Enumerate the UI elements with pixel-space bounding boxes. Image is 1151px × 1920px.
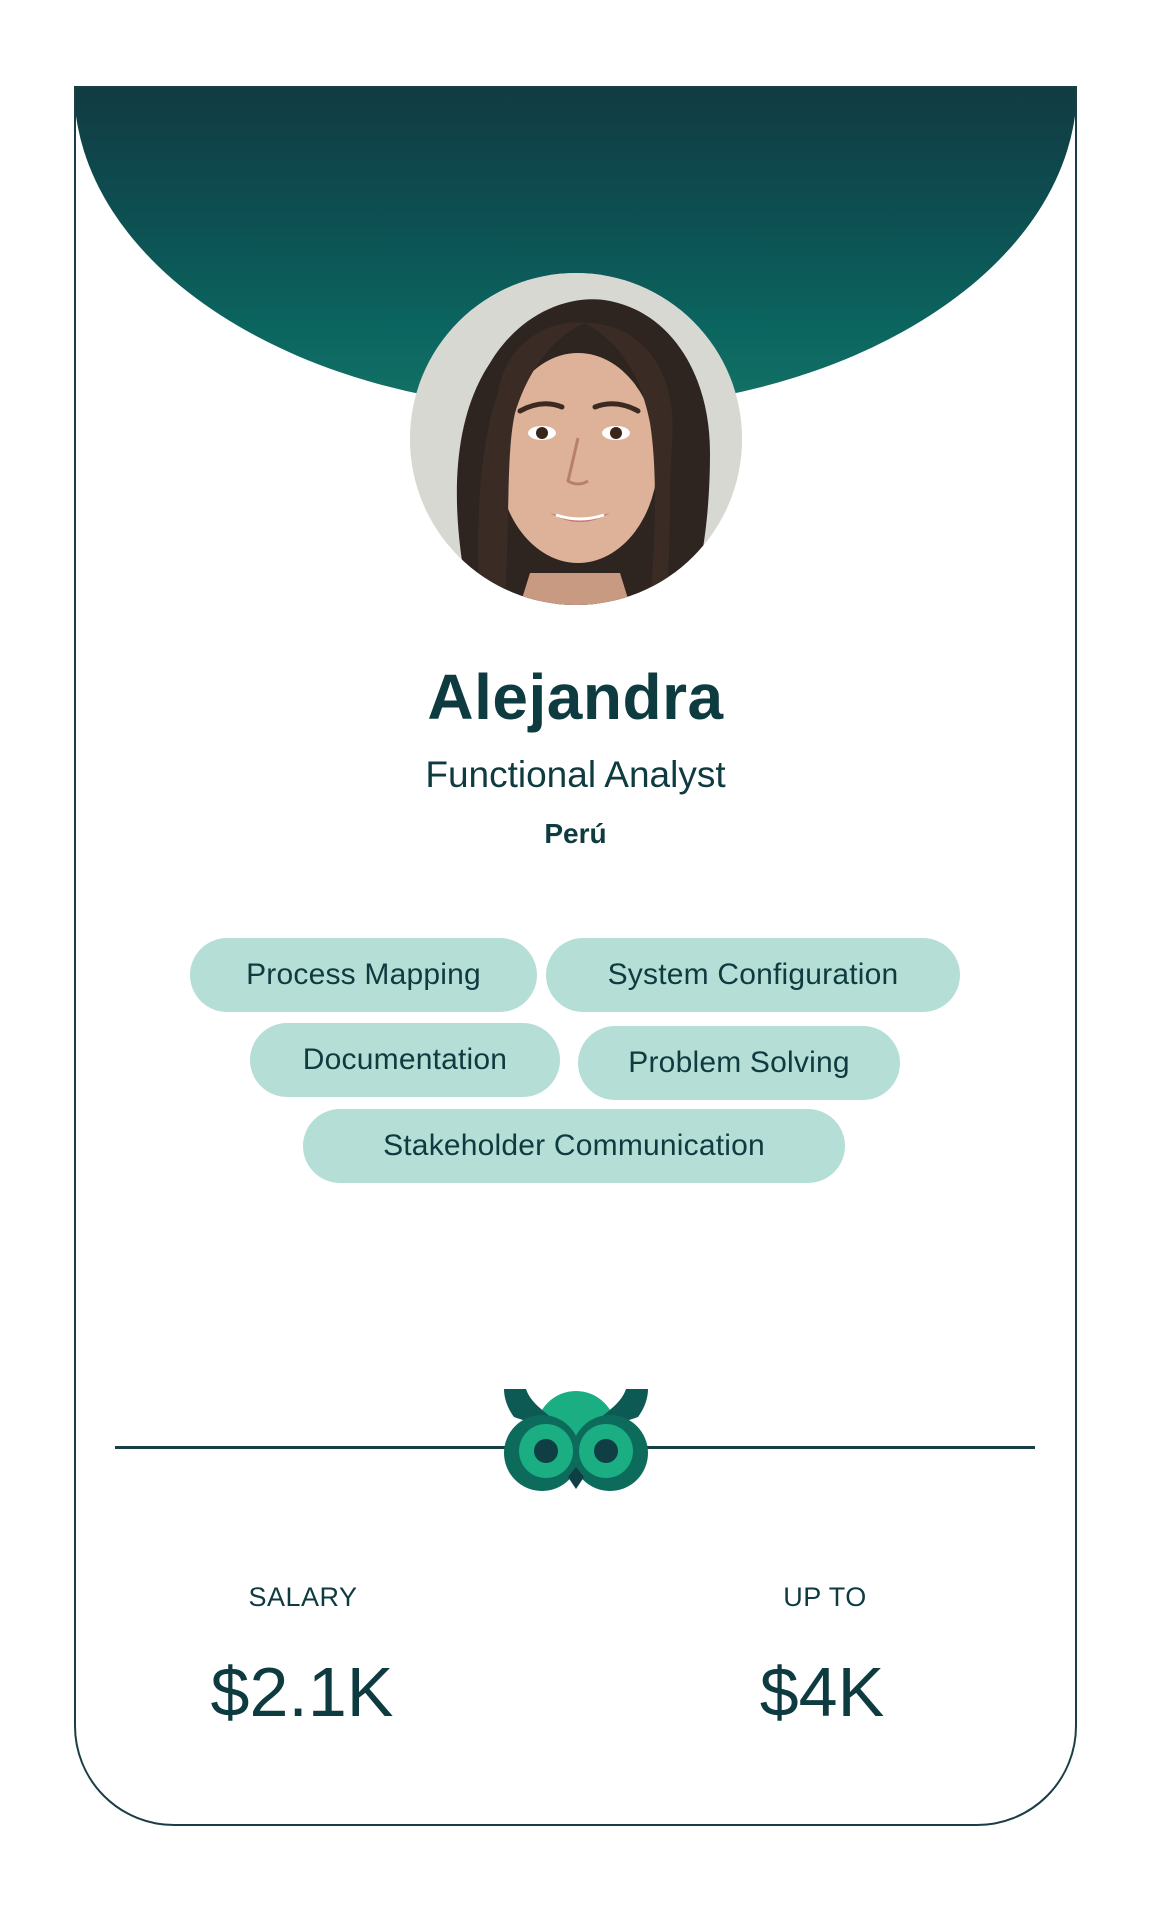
avatar-photo (410, 273, 742, 605)
divider-right (636, 1446, 1035, 1449)
skill-chip: Documentation (250, 1023, 560, 1097)
skill-chip: Stakeholder Communication (303, 1109, 845, 1183)
candidate-country: Perú (544, 818, 607, 849)
owl-left-pupil (534, 1439, 558, 1463)
skill-chip: Process Mapping (190, 938, 537, 1012)
salary-label: SALARY (248, 1582, 358, 1612)
salary-value: $2.1K (210, 1653, 394, 1731)
candidate-name: Alejandra (427, 661, 724, 733)
avatar (410, 273, 742, 605)
max-salary-label: UP TO (783, 1582, 867, 1612)
divider-left (115, 1446, 515, 1449)
max-salary-value: $4K (759, 1653, 885, 1731)
skill-chip: Problem Solving (578, 1026, 900, 1100)
skill-chip: System Configuration (546, 938, 960, 1012)
candidate-role: Functional Analyst (425, 754, 726, 795)
owl-right-pupil (594, 1439, 618, 1463)
owl-logo-icon (504, 1389, 648, 1491)
